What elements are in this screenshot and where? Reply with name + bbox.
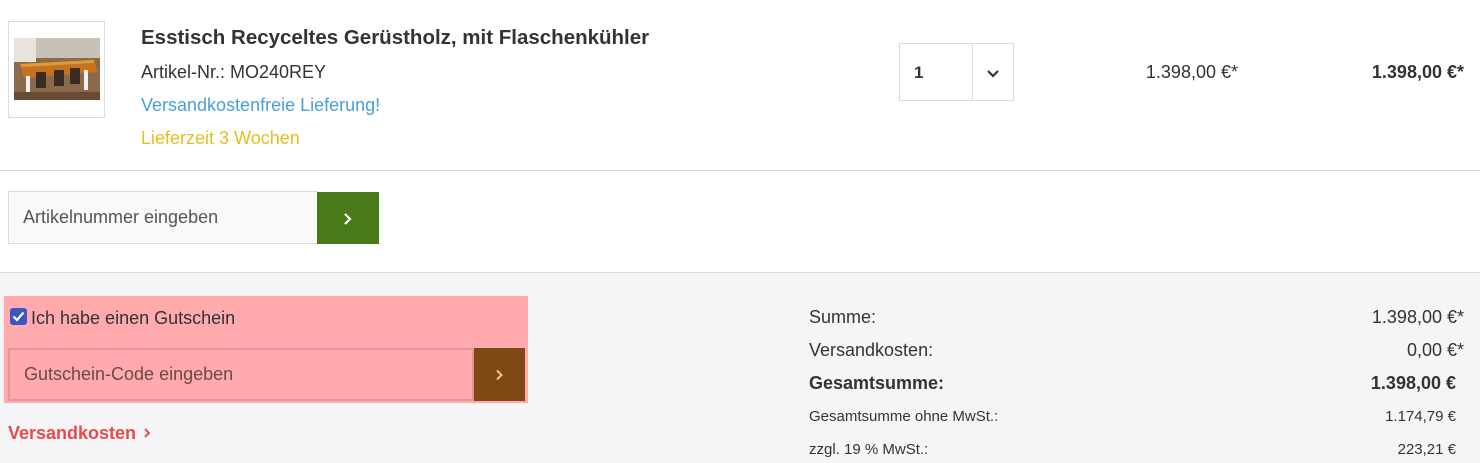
voucher-checkbox[interactable] bbox=[10, 308, 27, 325]
article-number: Artikel-Nr.: MO240REY bbox=[141, 62, 327, 82]
voucher-submit-button[interactable] bbox=[474, 348, 525, 401]
summary-label: zzgl. 19 % MwSt.: bbox=[809, 441, 929, 458]
summary-value: 223,21 € bbox=[1397, 441, 1456, 458]
article-number-input[interactable] bbox=[8, 191, 318, 244]
product-title[interactable]: Esstisch Recyceltes Gerüstholz, mit Flas… bbox=[141, 26, 649, 50]
summary-value: 1.174,79 € bbox=[1385, 408, 1456, 425]
summary-label: Gesamtsumme: bbox=[809, 373, 945, 393]
article-entry-row bbox=[0, 171, 1480, 273]
quantity-value: 1 bbox=[914, 63, 924, 82]
summary-label: Versandkosten: bbox=[809, 340, 934, 360]
chevron-right-icon bbox=[144, 428, 151, 438]
summary-label: Gesamtsumme ohne MwSt.: bbox=[809, 408, 999, 425]
unit-price: 1.398,00 €* bbox=[1145, 62, 1238, 82]
summary-value: 1.398,00 €* bbox=[1371, 307, 1464, 327]
add-article-button[interactable] bbox=[317, 192, 379, 244]
summary-value: 1.398,00 € bbox=[1370, 373, 1456, 393]
quantity-select[interactable]: 1 bbox=[899, 43, 1014, 101]
delivery-time: Lieferzeit 3 Wochen bbox=[141, 128, 300, 148]
voucher-section: Ich habe einen Gutschein bbox=[4, 296, 528, 403]
summary-value: 0,00 €* bbox=[1406, 340, 1464, 360]
chevron-down-icon bbox=[986, 66, 1000, 84]
checkmark-icon bbox=[12, 311, 25, 322]
quantity-divider bbox=[972, 44, 973, 100]
cart-item-row: Esstisch Recyceltes Gerüstholz, mit Flas… bbox=[0, 0, 1480, 171]
chevron-right-icon bbox=[496, 369, 503, 381]
item-total-price: 1.398,00 €* bbox=[1371, 62, 1464, 82]
chevron-right-icon bbox=[344, 213, 352, 225]
voucher-code-input[interactable] bbox=[8, 348, 474, 401]
product-image bbox=[14, 38, 100, 100]
free-shipping-note: Versandkostenfreie Lieferung! bbox=[141, 95, 381, 115]
shipping-costs-link[interactable]: Versandkosten bbox=[8, 423, 151, 444]
shipping-costs-label: Versandkosten bbox=[8, 423, 137, 443]
voucher-checkbox-label[interactable]: Ich habe einen Gutschein bbox=[31, 308, 235, 329]
cart-footer: Ich habe einen Gutschein Versandkosten S… bbox=[0, 273, 1480, 463]
product-thumbnail[interactable] bbox=[8, 21, 105, 118]
summary-label: Summe: bbox=[809, 307, 877, 327]
